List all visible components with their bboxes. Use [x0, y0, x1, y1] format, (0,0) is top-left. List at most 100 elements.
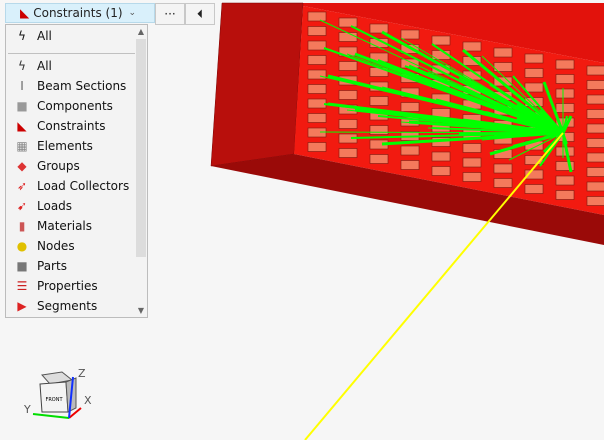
axis-z-label: Z [78, 367, 86, 380]
constraint-symbol [369, 96, 389, 106]
constraint-symbol [462, 143, 482, 153]
constraint-symbol [369, 154, 389, 164]
scroll-down-icon[interactable]: ▼ [136, 306, 146, 315]
constraint-symbol [431, 166, 451, 176]
item-label: Materials [37, 219, 93, 233]
axis-x-label: X [84, 394, 92, 407]
constraint-symbol [493, 163, 513, 174]
collapse-button[interactable]: ⏴ [185, 3, 215, 25]
scroll-up-icon[interactable]: ▲ [136, 27, 146, 36]
toolbar: ◣ Constraints (1) ⌄ ··· ⏴ [5, 3, 215, 25]
entity-selector[interactable]: ◣ Constraints (1) ⌄ [5, 3, 155, 23]
constraint-symbol [400, 160, 420, 170]
item-label: All [37, 29, 52, 43]
item-label: Parts [37, 259, 67, 273]
constraint-symbol [555, 59, 575, 70]
constraint-symbol [338, 17, 358, 28]
constraint-symbol [586, 123, 604, 134]
dropdown-item-loads[interactable]: ➹ Loads [14, 196, 72, 216]
constraint-symbol [307, 26, 327, 36]
constraint-symbol [586, 181, 604, 192]
constraint-symbol [307, 69, 327, 80]
left-wall [210, 2, 304, 167]
constraint-symbol [307, 11, 327, 22]
constraint-symbol [307, 142, 327, 152]
constraint-symbol [431, 35, 451, 46]
property-icon: ☰ [16, 279, 28, 293]
component-icon: ■ [16, 99, 28, 113]
constraint-symbol [307, 84, 327, 94]
item-label: Elements [37, 139, 93, 153]
constraint-symbol [586, 109, 604, 119]
constraint-symbol [555, 88, 575, 99]
constraint-symbol [493, 47, 513, 58]
entity-dropdown: ϟ All ϟ All Ⅰ Beam Sections ■ Components ◣ Cons… [5, 24, 148, 318]
scrollbar-thumb[interactable] [136, 39, 146, 257]
more-button[interactable]: ··· [155, 3, 185, 25]
dropdown-item-parts[interactable]: ■ Parts [14, 256, 67, 276]
divider [8, 53, 135, 54]
lightning-icon: ϟ [18, 29, 26, 43]
constraint-symbol [586, 196, 604, 206]
beam-section-icon: Ⅰ [20, 79, 24, 93]
scrollbar[interactable]: ▲ ▼ [136, 27, 146, 315]
constraint-icon: ◣ [20, 6, 30, 20]
constraint-symbol [586, 152, 604, 163]
constraint-symbol [307, 55, 327, 65]
constraint-symbol [586, 167, 604, 177]
dropdown-item-elements[interactable]: ▦ Elements [14, 136, 93, 156]
constraint-symbol [338, 61, 358, 71]
dropdown-item-load-collectors[interactable]: ➶ Load Collectors [14, 176, 129, 196]
segment-icon: ▶ [17, 299, 27, 313]
part-icon: ■ [16, 259, 28, 273]
dropdown-item-all-top[interactable]: ϟ All [14, 26, 52, 46]
item-label: Beam Sections [37, 79, 127, 93]
constraint-symbol [586, 138, 604, 148]
constraint-symbol [586, 94, 604, 105]
constraint-symbol [338, 148, 358, 158]
node-icon: ● [16, 239, 28, 253]
constraint-symbol [400, 145, 420, 156]
constraint-symbol [400, 102, 420, 112]
constraint-symbol [369, 125, 389, 135]
selector-label: Constraints (1) [33, 6, 123, 20]
constraint-symbol [586, 80, 604, 90]
chevron-down-icon: ⌄ [128, 8, 137, 18]
dropdown-item-constraints[interactable]: ◣ Constraints [14, 116, 105, 136]
dropdown-item-materials[interactable]: ▮ Materials [14, 216, 92, 236]
item-label: Load Collectors [37, 179, 130, 193]
constraint-symbol [524, 68, 544, 78]
dropdown-item-segments[interactable]: ▶ Segments [14, 296, 97, 316]
constraint-symbol [493, 178, 513, 188]
constraint-symbol [369, 23, 389, 34]
view-cube[interactable]: FRONT Z X Y [20, 360, 100, 430]
constraint-symbol [400, 29, 420, 40]
constraint-symbol [524, 184, 544, 194]
constraint-symbol [555, 175, 575, 186]
constraint-symbol [338, 32, 358, 42]
item-label: Groups [37, 159, 80, 173]
item-label: Segments [37, 299, 98, 313]
dropdown-item-all[interactable]: ϟ All [14, 56, 52, 76]
item-label: All [37, 59, 52, 73]
lightning-icon: ϟ [18, 59, 26, 73]
constraint-symbol [524, 53, 544, 64]
dropdown-item-groups[interactable]: ◆ Groups [14, 156, 80, 176]
constraint-symbol [586, 65, 604, 76]
item-label: Properties [37, 279, 98, 293]
axis-y-label: Y [23, 403, 31, 416]
constraint-symbol [462, 172, 482, 182]
dropdown-item-properties[interactable]: ☰ Properties [14, 276, 98, 296]
constraint-symbol [307, 98, 327, 109]
dropdown-item-components[interactable]: ■ Components [14, 96, 113, 116]
constraint-symbol [555, 103, 575, 113]
constraint-symbol [555, 74, 575, 84]
constraint-icon: ◣ [17, 119, 27, 133]
constraint-symbol [524, 82, 544, 93]
dropdown-item-nodes[interactable]: ● Nodes [14, 236, 75, 256]
constraint-symbol [431, 151, 451, 162]
dropdown-item-beam-sections[interactable]: Ⅰ Beam Sections [14, 76, 126, 96]
constraint-symbol [462, 157, 482, 168]
element-icon: ▦ [16, 139, 28, 153]
constraint-symbol [462, 41, 482, 52]
